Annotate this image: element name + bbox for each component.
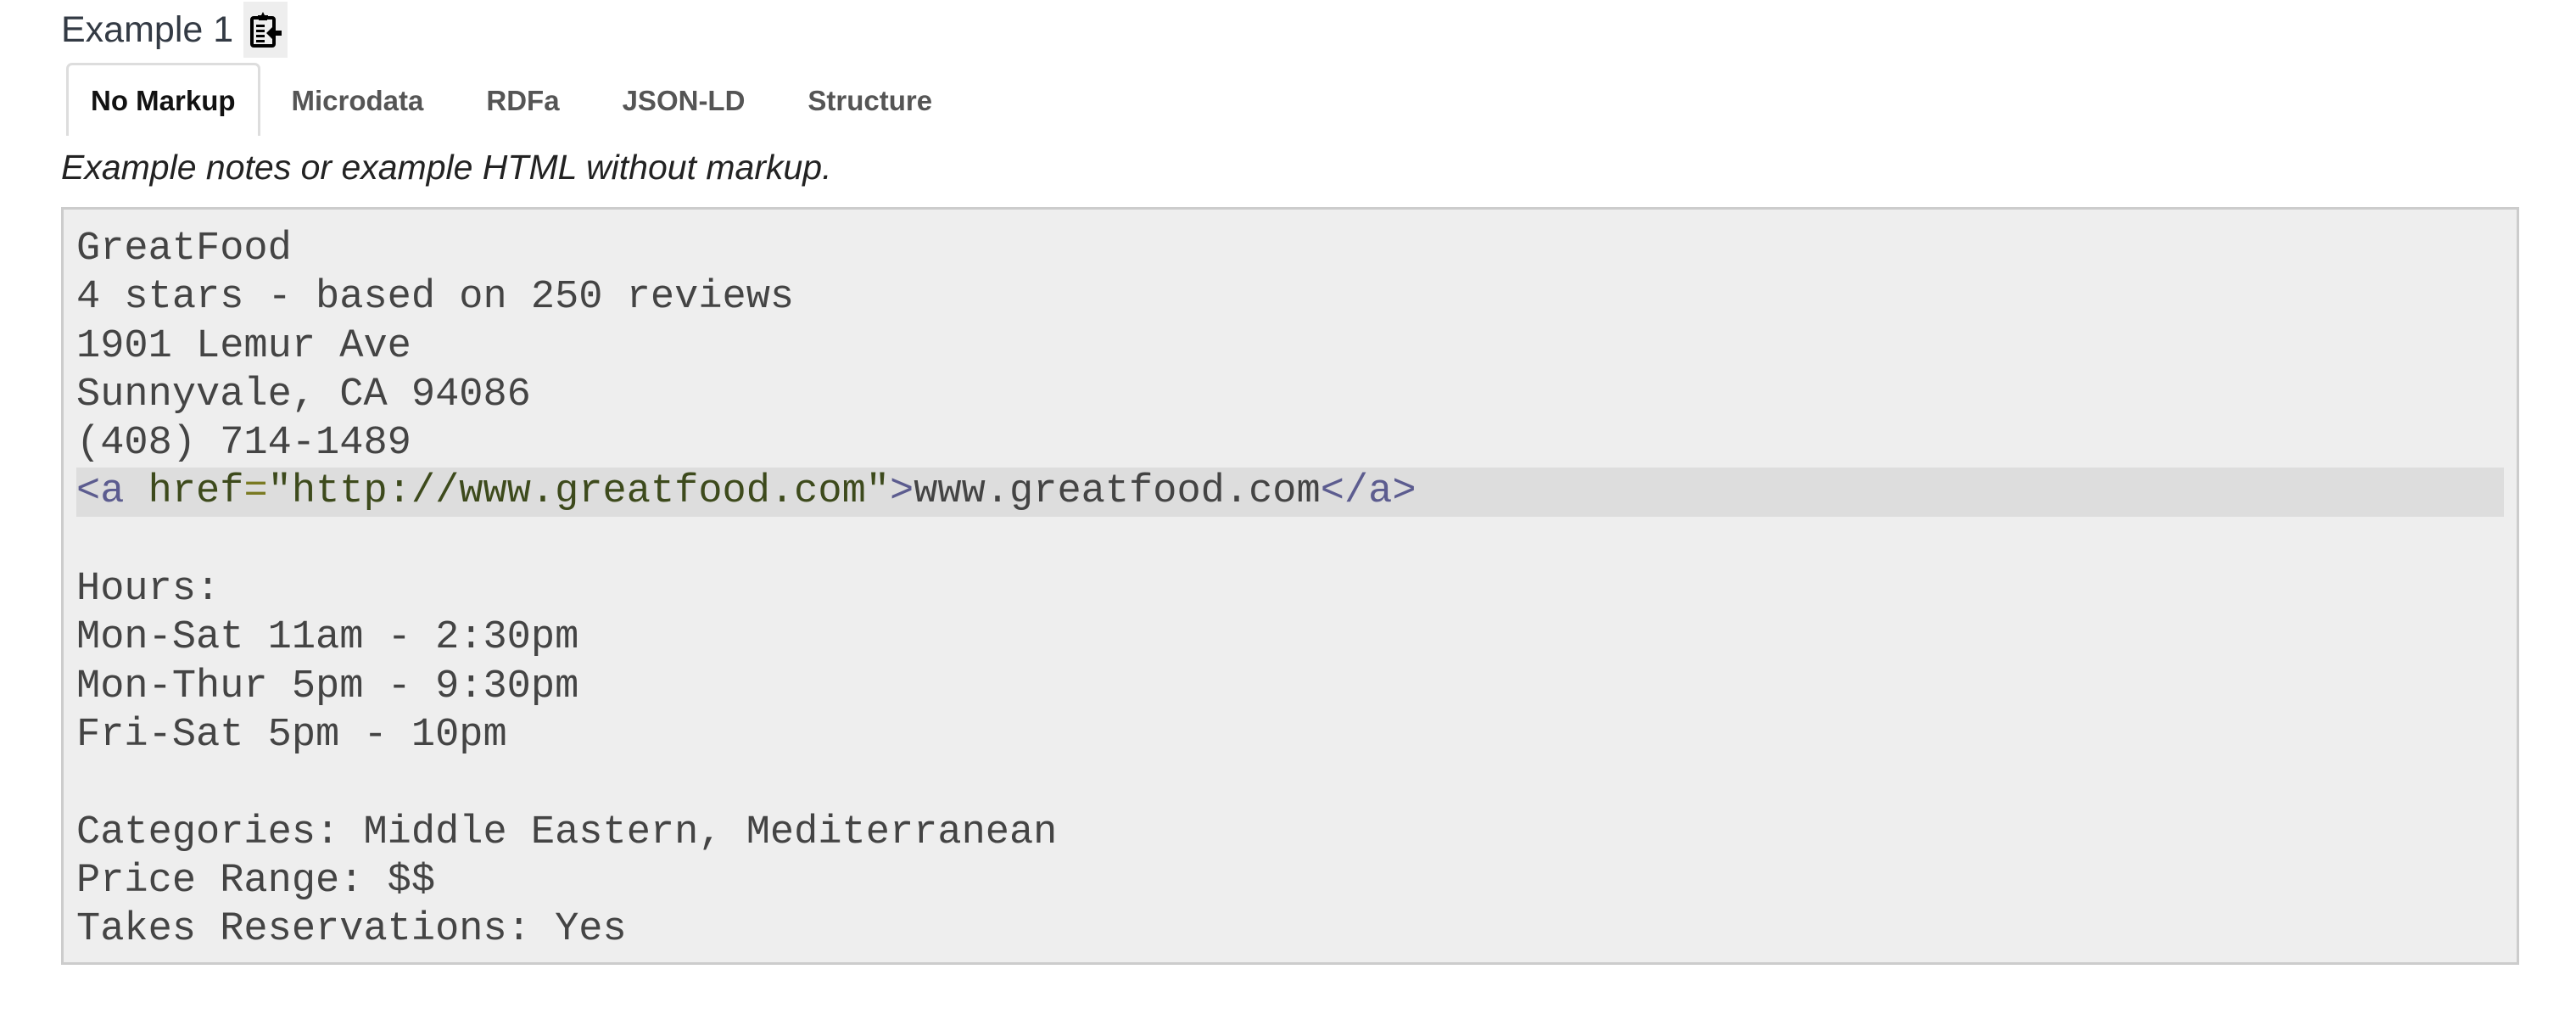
code-tag-close: </a>	[1320, 469, 1417, 515]
code-line: (408) 714-1489	[76, 421, 411, 467]
code-line-link-highlighted: <a href="http://www.greatfood.com">www.g…	[76, 468, 2504, 517]
code-link-text: www.greatfood.com	[914, 469, 1321, 515]
code-line: Mon-Sat 11am - 2:30pm	[76, 615, 579, 661]
markup-tabs: No Markup Microdata RDFa JSON-LD Structu…	[66, 63, 964, 136]
code-tag-open: <a	[76, 469, 125, 515]
copy-button[interactable]	[243, 2, 288, 58]
tab-microdata[interactable]: Microdata	[260, 63, 455, 136]
code-equals: =	[243, 469, 268, 515]
example-header: Example 1	[61, 2, 288, 58]
code-line: GreatFood	[76, 227, 292, 272]
code-line: Price Range: $$	[76, 858, 436, 904]
code-line: Takes Reservations: Yes	[76, 907, 627, 953]
code-block: GreatFood 4 stars - based on 250 reviews…	[61, 207, 2519, 965]
code-line: Mon-Thur 5pm - 9:30pm	[76, 664, 579, 709]
code-line: Hours:	[76, 567, 221, 613]
tab-json-ld[interactable]: JSON-LD	[591, 63, 777, 136]
code-line: Sunnyvale, CA 94086	[76, 372, 531, 417]
code-attr-name: href	[124, 469, 244, 515]
example-note: Example notes or example HTML without ma…	[61, 148, 832, 187]
code-line: 1901 Lemur Ave	[76, 323, 411, 369]
code-tag-open-end: >	[890, 469, 914, 515]
tab-no-markup[interactable]: No Markup	[66, 63, 260, 136]
example-title: Example 1	[61, 8, 234, 50]
tab-rdfa[interactable]: RDFa	[455, 63, 590, 136]
code-line: 4 stars - based on 250 reviews	[76, 275, 795, 321]
code-attr-value: "http://www.greatfood.com"	[267, 469, 890, 515]
tab-structure[interactable]: Structure	[776, 63, 964, 136]
code-line: Categories: Middle Eastern, Mediterranea…	[76, 810, 1058, 855]
clipboard-paste-icon	[250, 12, 282, 48]
code-line: Fri-Sat 5pm - 10pm	[76, 712, 507, 758]
